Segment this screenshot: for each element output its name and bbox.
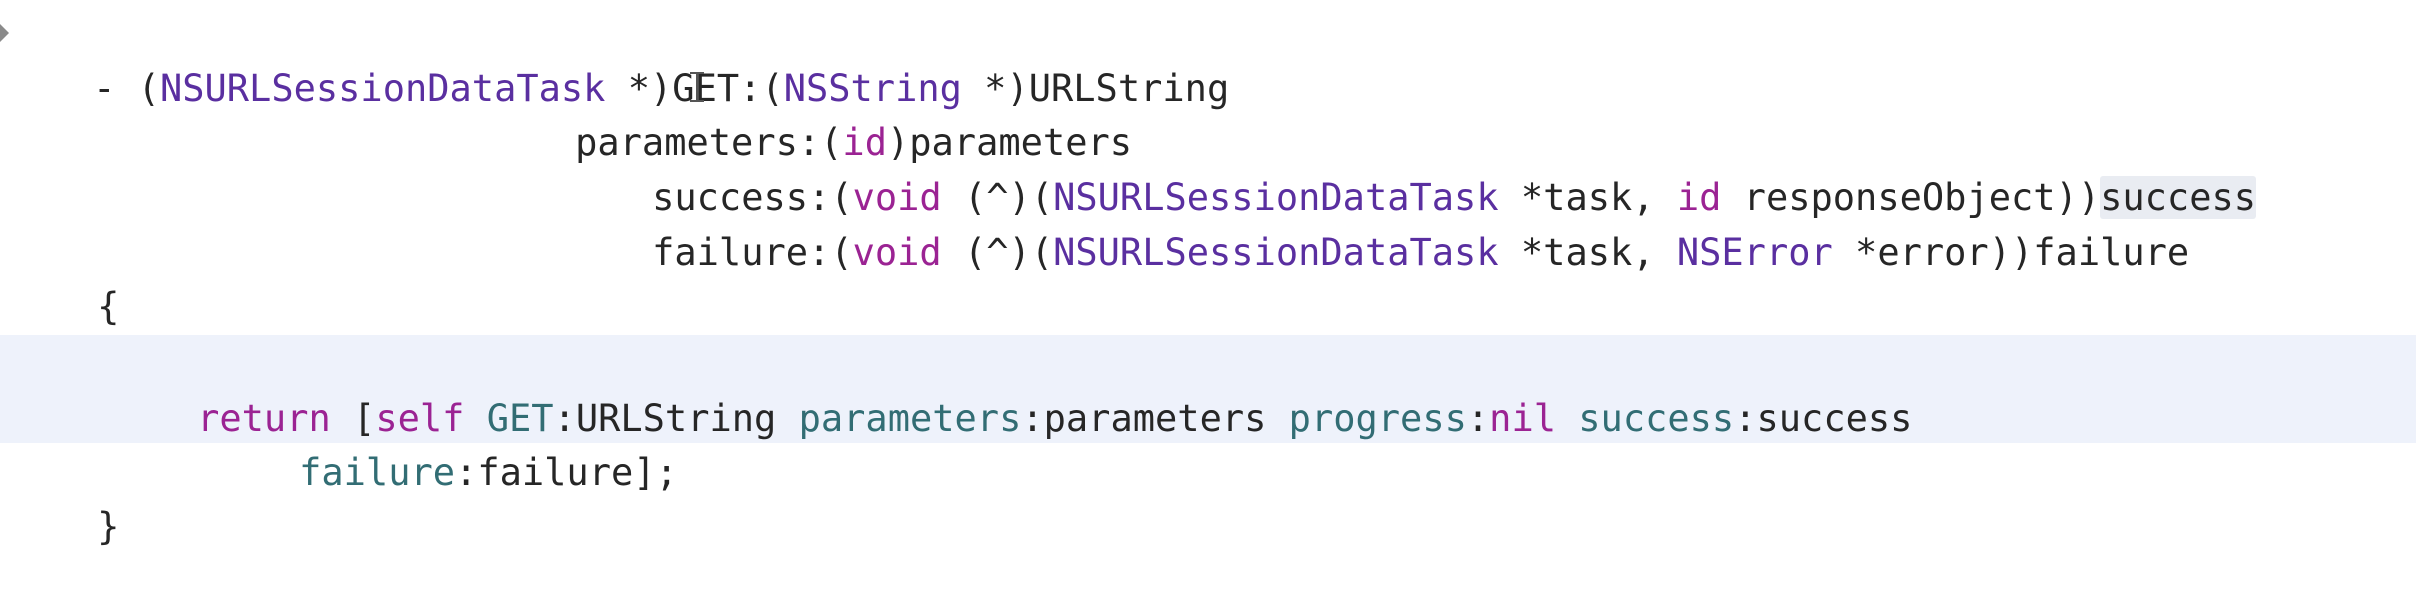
code-line-5: {: [8, 226, 2416, 328]
close-brace: }: [97, 505, 120, 548]
code-editor[interactable]: - (NSURLSessionDataTask *)GET:(NSString …: [0, 0, 2416, 548]
code-line-1: - (NSURLSessionDataTask *)GET:(NSString …: [4, 8, 2416, 110]
code-line-9: }: [8, 446, 2416, 548]
code-token: - (: [93, 67, 160, 110]
code-line-3: success:(void (^)(NSURLSessionDataTask *…: [563, 117, 2416, 219]
open-brace: {: [97, 285, 120, 328]
code-line-4: failure:(void (^)(NSURLSessionDataTask *…: [563, 172, 2416, 274]
ibeam-cursor-icon: [690, 72, 704, 102]
code-line-8: failure:failure];: [210, 392, 2416, 494]
code-line-2: parameters:(id)parameters: [486, 62, 2416, 164]
code-line-7: return [self GET:URLString parameters:pa…: [108, 338, 2416, 440]
